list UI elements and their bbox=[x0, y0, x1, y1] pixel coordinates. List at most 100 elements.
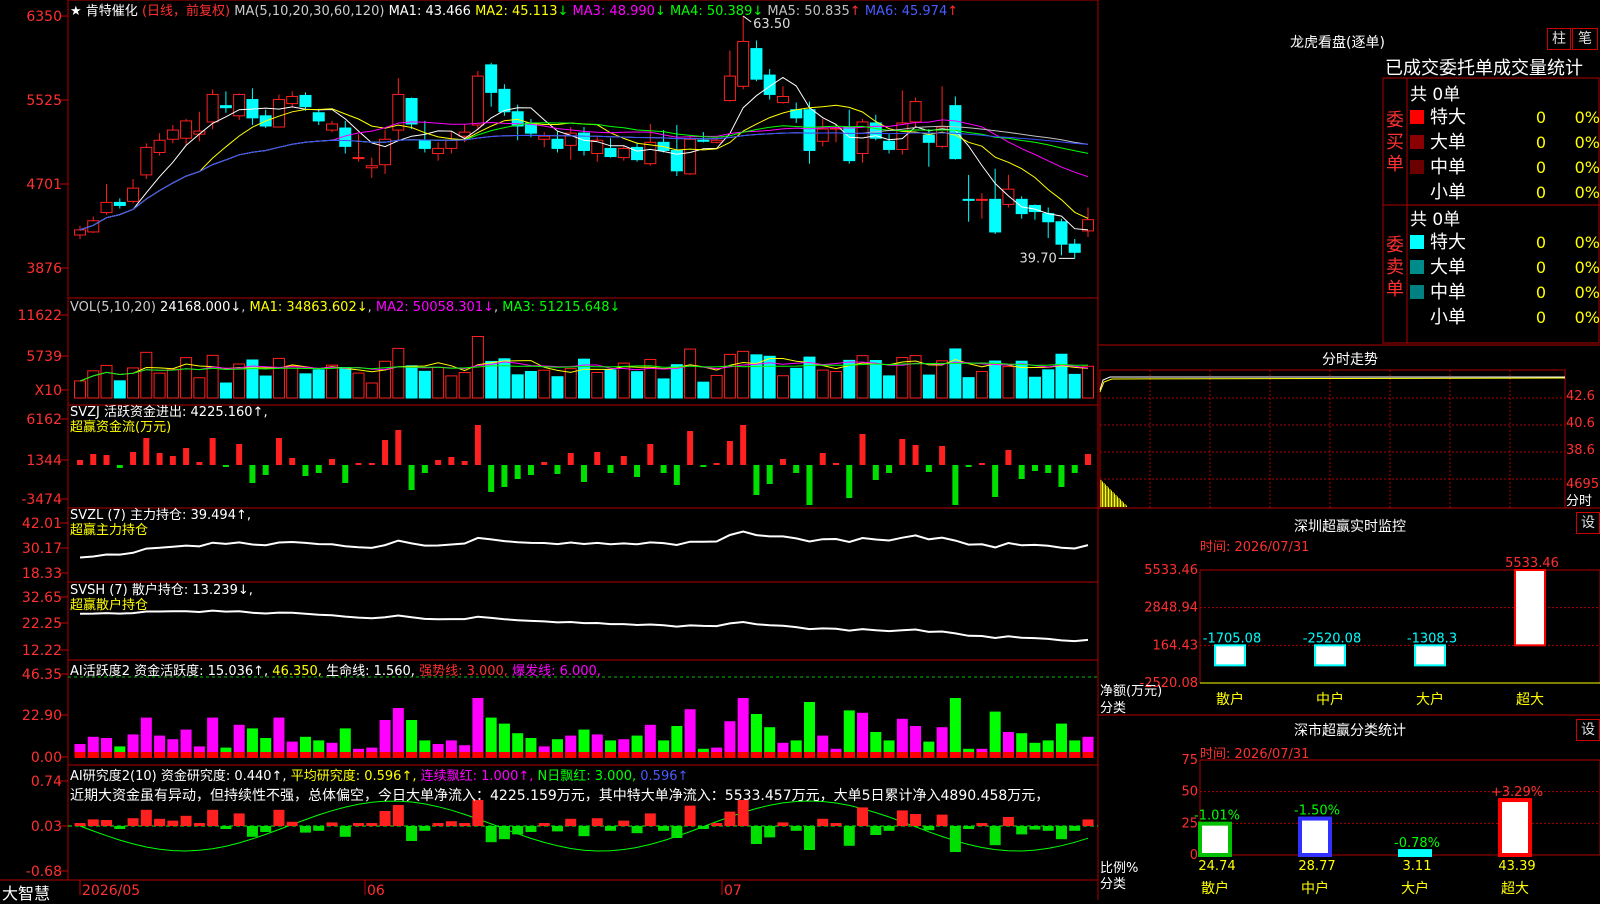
activity-base bbox=[591, 752, 603, 758]
activity-base bbox=[512, 752, 524, 758]
activity-base bbox=[1002, 752, 1014, 758]
volume-bar bbox=[591, 371, 604, 399]
fund-flow-bar bbox=[793, 465, 800, 473]
research-bar bbox=[1016, 826, 1028, 835]
fund-flow-bar bbox=[209, 438, 216, 465]
fund-flow-bar bbox=[448, 457, 455, 465]
fund-flow-bar bbox=[183, 448, 190, 465]
buy-row-name: 小单 bbox=[1430, 182, 1466, 203]
price-axis-label: 6350 bbox=[26, 9, 62, 25]
sz-cat-label: 中户 bbox=[1316, 691, 1344, 708]
date-label: 06 bbox=[367, 883, 385, 899]
activity-base bbox=[737, 752, 749, 758]
cls-settings-button[interactable]: 设 bbox=[1576, 719, 1600, 741]
fund-flow-bar bbox=[687, 431, 694, 465]
fund-flow-bar bbox=[833, 463, 839, 465]
fund-flow-bar bbox=[501, 465, 508, 487]
candle-body bbox=[352, 157, 365, 160]
candle-body bbox=[1002, 188, 1015, 205]
cls-bar bbox=[1498, 798, 1532, 857]
activity-base bbox=[87, 752, 99, 758]
buy-row-swatch bbox=[1410, 160, 1424, 174]
fund-flow-bar bbox=[222, 465, 229, 467]
fund-flow-bar bbox=[1058, 465, 1065, 487]
activity-base bbox=[923, 752, 935, 758]
cls-cat-label: 散户 bbox=[1201, 880, 1229, 897]
volume-bar bbox=[74, 380, 86, 399]
research-bar bbox=[114, 826, 126, 829]
ma-arrow-5: ↑ bbox=[849, 4, 861, 19]
candle-body bbox=[206, 93, 219, 123]
volume-bar bbox=[670, 364, 683, 399]
research-bar bbox=[260, 826, 272, 832]
volume-bar bbox=[511, 374, 524, 399]
fund-flow-bar bbox=[355, 463, 362, 465]
fund-flow-bar bbox=[607, 465, 614, 473]
svsh-line1: SVSH (7) 散户持仓: 13.239↓, bbox=[70, 583, 253, 598]
fund-flow-bar bbox=[143, 438, 150, 465]
svsh-line2: 超赢散户持仓 bbox=[70, 598, 149, 613]
candle-body bbox=[697, 139, 710, 142]
candle-body bbox=[379, 138, 392, 166]
sz-cat-label: 大户 bbox=[1416, 691, 1444, 708]
volume-bar bbox=[498, 358, 511, 399]
tick-mode-button[interactable]: 笔 bbox=[1572, 28, 1598, 50]
research-bar bbox=[140, 809, 152, 826]
ma-legend-3: MA3: 48.990 bbox=[572, 4, 655, 19]
fund-flow-bar bbox=[1005, 450, 1012, 465]
fund-flow-bar bbox=[196, 462, 203, 465]
research-bar bbox=[246, 826, 258, 837]
research-bar bbox=[339, 826, 351, 837]
volume-bar bbox=[604, 369, 617, 399]
research-bar bbox=[1029, 826, 1041, 830]
activity-base bbox=[379, 752, 391, 758]
volume-bar bbox=[697, 381, 710, 399]
ai-act-legend: AI活跃度2 资金活跃度: 15.036↑, 46.350, 生命线: 1.56… bbox=[70, 660, 601, 679]
activity-base bbox=[857, 752, 869, 758]
fund-flow-bar bbox=[275, 438, 282, 465]
activity-base bbox=[1069, 752, 1081, 758]
cls-bar-label: +3.29% bbox=[1491, 785, 1543, 800]
activity-bar bbox=[273, 717, 285, 758]
buy-row-pct: 0% bbox=[1575, 133, 1600, 152]
buy-row-count: 0 bbox=[1536, 108, 1546, 127]
activity-base bbox=[658, 752, 670, 758]
research-bar bbox=[154, 818, 166, 826]
research-bar bbox=[631, 826, 643, 834]
volume-bar bbox=[830, 371, 842, 399]
activity-base bbox=[220, 752, 232, 758]
svzj-axis-label: -3474 bbox=[21, 492, 62, 508]
intraday-title: 分时走势 bbox=[1322, 352, 1378, 368]
volume-bar bbox=[710, 374, 723, 399]
fund-flow-bar bbox=[249, 465, 256, 483]
volume-bar bbox=[538, 369, 551, 399]
sz-axis-label: 164.43 bbox=[1153, 638, 1199, 653]
candle-body bbox=[737, 40, 750, 87]
intraday-frame bbox=[1099, 369, 1566, 509]
sell-row-count: 0 bbox=[1536, 258, 1546, 277]
candle-body bbox=[166, 129, 179, 140]
fund-flow-bar bbox=[103, 455, 110, 465]
activity-base bbox=[167, 752, 179, 758]
ma-prefix: MA(5,10,20,30,60,120) bbox=[234, 4, 385, 19]
research-bar bbox=[432, 823, 444, 826]
activity-base bbox=[419, 752, 431, 758]
volume-bar bbox=[524, 370, 537, 399]
candle-body bbox=[538, 135, 551, 140]
sz-settings-button[interactable]: 设 bbox=[1576, 512, 1600, 534]
candle-body bbox=[1068, 243, 1081, 253]
sell-row-swatch bbox=[1410, 235, 1424, 249]
fund-flow-bar bbox=[130, 452, 137, 465]
research-bar bbox=[538, 823, 550, 826]
ma-arrow-3: ↓ bbox=[654, 4, 666, 19]
sz-bar-label: -2520.08 bbox=[1303, 631, 1361, 646]
fund-flow-bar bbox=[527, 465, 534, 475]
candle-body bbox=[896, 122, 909, 150]
ma-legend-6: MA6: 45.974 bbox=[864, 4, 948, 19]
fund-flow-bar bbox=[1031, 465, 1038, 471]
ma-legend-2: MA2: 45.113 bbox=[475, 4, 558, 19]
bar-mode-button[interactable]: 柱 bbox=[1547, 28, 1571, 50]
activity-base bbox=[803, 752, 815, 758]
volume-bar bbox=[989, 360, 1002, 399]
svsh-axis-label: 22.25 bbox=[22, 616, 62, 632]
